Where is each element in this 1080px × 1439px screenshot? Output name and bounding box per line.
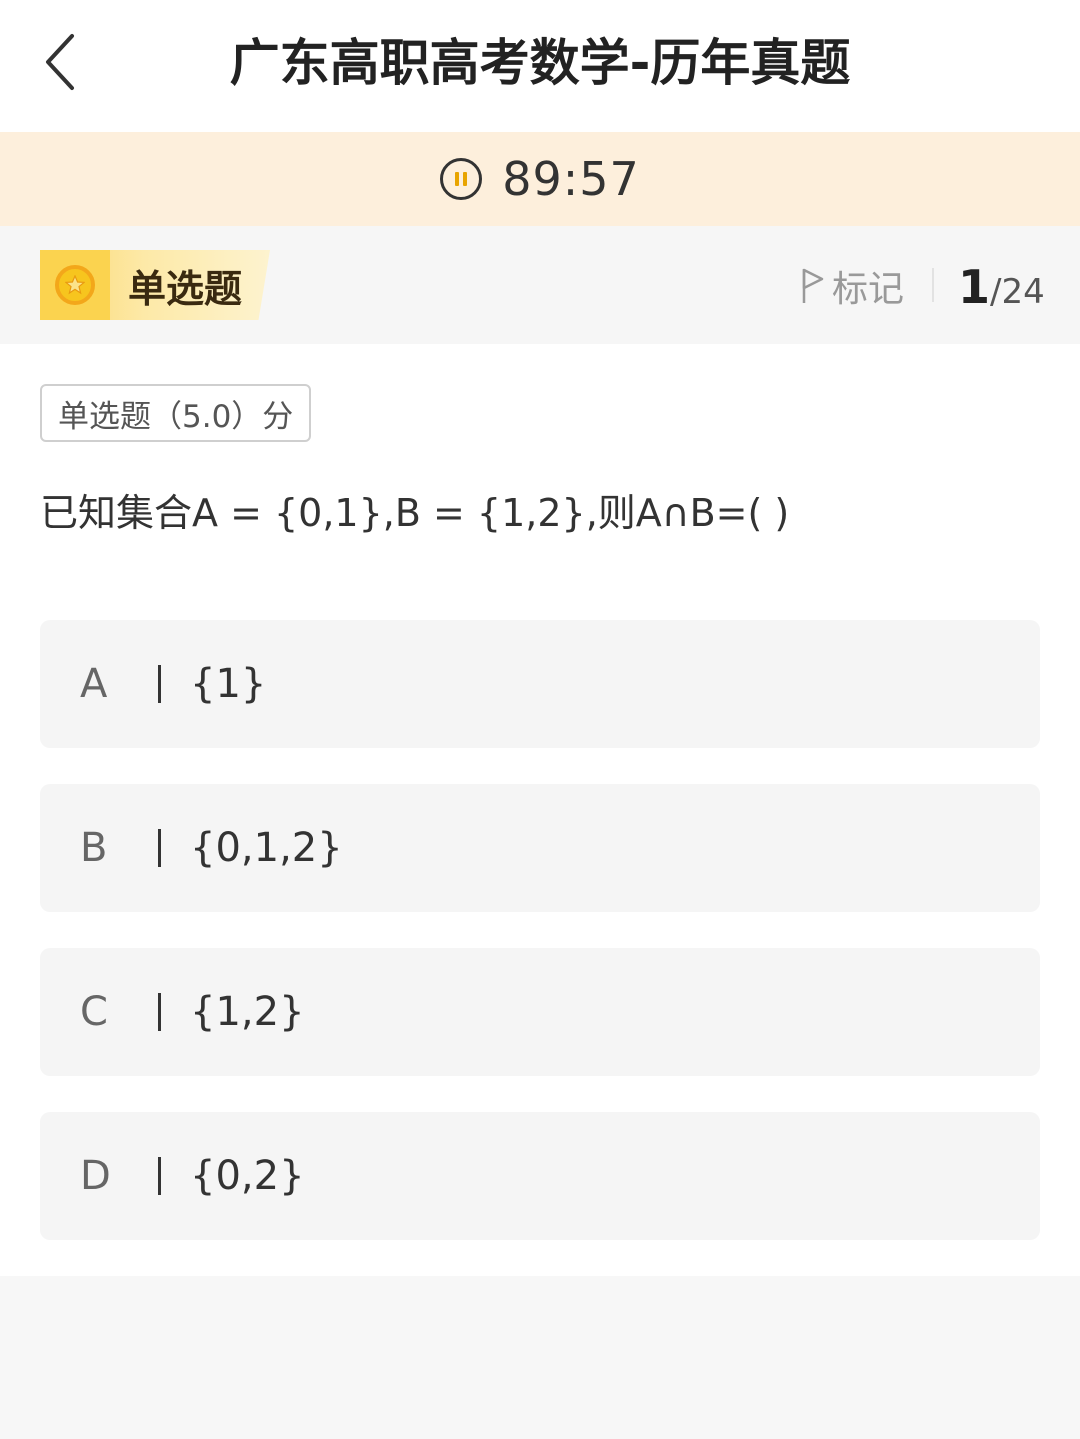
option-divider: [158, 1157, 161, 1195]
score-tag: 单选题（5.0）分: [40, 384, 312, 442]
option-divider: [158, 665, 161, 703]
total-question-count: 24: [1001, 272, 1045, 312]
flag-icon: [802, 268, 824, 303]
question-type-label: 单选题: [128, 266, 243, 311]
question-text: 已知集合A = {0,1},B = {1,2},则A∩B=( ): [40, 491, 790, 535]
option-divider: [158, 993, 161, 1031]
option-letter: B: [80, 825, 108, 871]
top-nav-bar: 广东高职高考数学-历年真题: [0, 0, 1080, 132]
page-title: 广东高职高考数学-历年真题: [229, 34, 851, 92]
mark-label: 标记: [832, 269, 905, 310]
option-c[interactable]: C {1,2}: [40, 948, 1040, 1076]
option-letter: D: [80, 1153, 111, 1199]
option-b[interactable]: B {0,1,2}: [40, 784, 1040, 912]
current-question-number: 1: [958, 260, 991, 314]
option-letter: A: [80, 661, 108, 707]
option-d[interactable]: D {0,2}: [40, 1112, 1040, 1240]
question-status-bar: 单选题 标记 1 / 24: [0, 226, 1080, 344]
option-letter: C: [80, 989, 108, 1035]
countdown-timer: 89:57: [502, 152, 640, 206]
chevron-left-icon: [46, 34, 74, 90]
option-a[interactable]: A {1}: [40, 620, 1040, 748]
mark-button[interactable]: 标记: [800, 266, 904, 310]
option-text: {0,2}: [190, 1153, 305, 1199]
option-text: {0,1,2}: [190, 825, 343, 871]
pause-icon: [455, 172, 460, 186]
question-content: 单选题（5.0）分 已知集合A = {0,1},B = {1,2},则A∩B=(…: [0, 344, 1080, 1276]
divider: [932, 268, 934, 302]
option-text: {1}: [190, 661, 267, 707]
back-button[interactable]: [30, 30, 90, 94]
pause-button[interactable]: [440, 158, 483, 200]
question-progress[interactable]: 1 / 24: [958, 260, 1045, 314]
coin-star-icon: [55, 265, 95, 305]
option-divider: [158, 829, 161, 867]
option-text: {1,2}: [190, 989, 305, 1035]
timer-bar: 89:57: [0, 132, 1080, 226]
question-type-badge: 单选题: [40, 250, 270, 320]
